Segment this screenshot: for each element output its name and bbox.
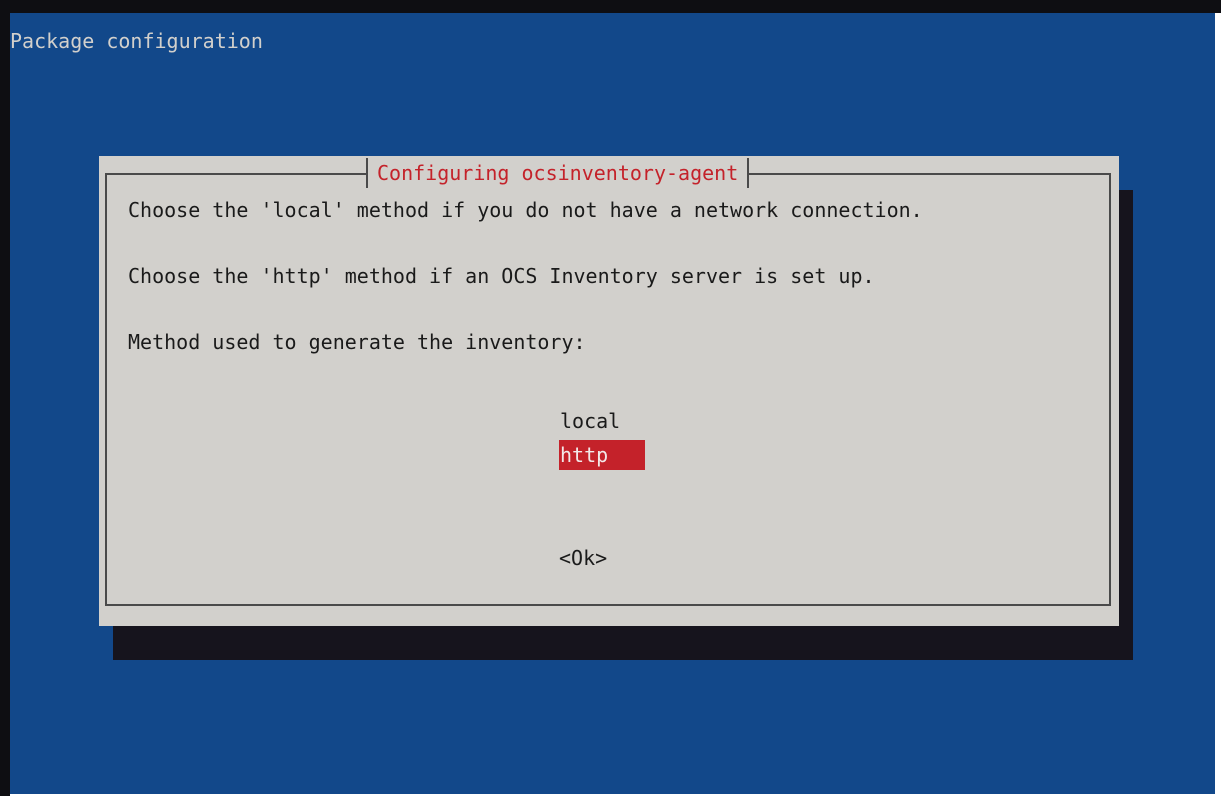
ok-button[interactable]: <Ok> [559, 542, 607, 575]
terminal-left-border [0, 13, 10, 796]
screen: Package configuration Configuring ocsinv… [0, 0, 1221, 796]
terminal-window: Package configuration Configuring ocsinv… [10, 13, 1215, 794]
prompt-line: Method used to generate the inventory: [128, 330, 586, 354]
back-title: Package configuration [10, 29, 263, 53]
config-dialog: Configuring ocsinventory-agent Choose th… [99, 156, 1119, 626]
dialog-title: Configuring ocsinventory-agent [366, 158, 750, 188]
choice-http[interactable]: http [559, 440, 645, 470]
choice-local[interactable]: local [559, 406, 645, 436]
description-line-http: Choose the 'http' method if an OCS Inven… [128, 264, 875, 288]
description-line-local: Choose the 'local' method if you do not … [128, 198, 923, 222]
dialog-frame [105, 173, 1111, 606]
terminal-top-border [0, 0, 1221, 13]
